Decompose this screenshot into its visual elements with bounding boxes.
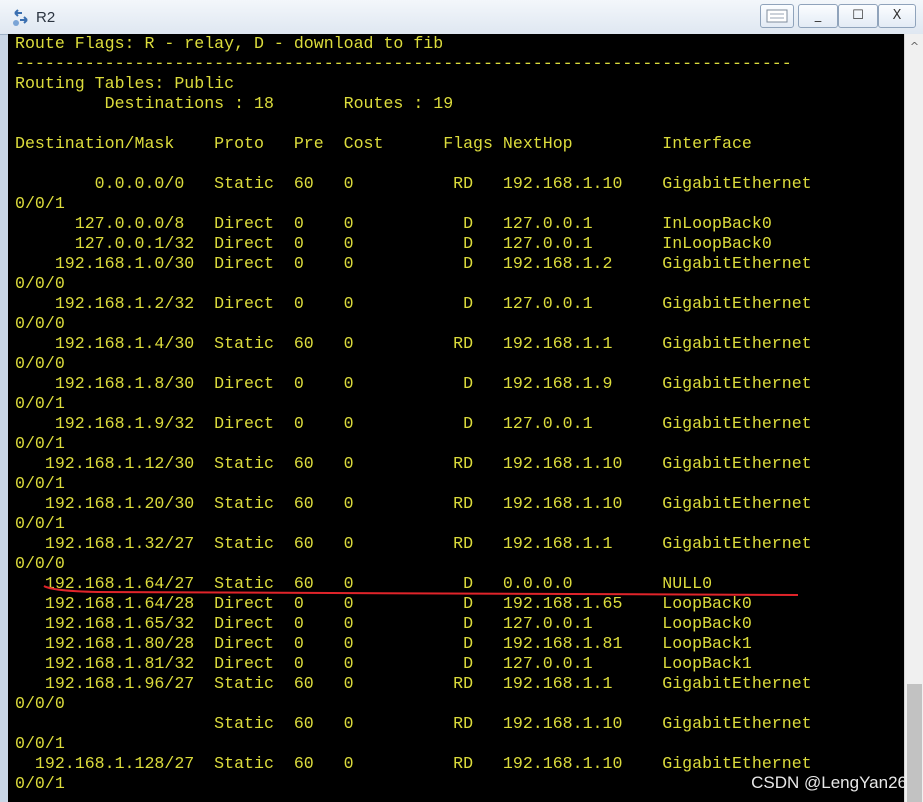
console-line: 0/0/0 (15, 694, 65, 713)
console-line: Route Flags: R - relay, D - download to … (15, 34, 444, 53)
scroll-thumb[interactable] (907, 684, 922, 802)
console-line: 192.168.1.32/27 Static 60 0 RD 192.168.1… (15, 534, 812, 553)
console-line: 0/0/0 (15, 314, 65, 333)
console-line: 192.168.1.80/28 Direct 0 0 D 192.168.1.8… (15, 634, 752, 653)
console-line: 0/0/0 (15, 554, 65, 573)
console-line: 192.168.1.128/27 Static 60 0 RD 192.168.… (15, 754, 812, 773)
terminal-output[interactable]: Route Flags: R - relay, D - download to … (8, 34, 904, 802)
console-line: 127.0.0.0/8 Direct 0 0 D 127.0.0.1 InLoo… (15, 214, 772, 233)
console-line: Routing Tables: Public (15, 74, 235, 93)
console-line: 192.168.1.2/32 Direct 0 0 D 127.0.0.1 Gi… (15, 294, 812, 313)
router-icon (13, 9, 28, 26)
console-line: 192.168.1.9/32 Direct 0 0 D 127.0.0.1 Gi… (15, 414, 812, 433)
console-line: 192.168.1.20/30 Static 60 0 RD 192.168.1… (15, 494, 812, 513)
console-line: 192.168.1.64/28 Direct 0 0 D 192.168.1.6… (15, 594, 752, 613)
console-line: 192.168.1.0/30 Direct 0 0 D 192.168.1.2 … (15, 254, 812, 273)
console-line: ----------------------------------------… (15, 54, 792, 73)
console-line: 0/0/1 (15, 774, 65, 793)
terminal-window: R2 _ ☐ X Route Flags: R - relay, D - dow… (0, 0, 923, 802)
console-line: 192.168.1.8/30 Direct 0 0 D 192.168.1.9 … (15, 374, 812, 393)
console-line: 192.168.1.4/30 Static 60 0 RD 192.168.1.… (15, 334, 812, 353)
console-line: 0.0.0.0/0 Static 60 0 RD 192.168.1.10 Gi… (15, 174, 812, 193)
console-line: 0/0/1 (15, 194, 65, 213)
console-line: 192.168.1.65/32 Direct 0 0 D 127.0.0.1 L… (15, 614, 752, 633)
console-line: Destination/Mask Proto Pre Cost Flags Ne… (15, 134, 752, 153)
console-line: 0/0/1 (15, 514, 65, 533)
window-title: R2 (36, 9, 56, 26)
console-line: 192.168.1.96/27 Static 60 0 RD 192.168.1… (15, 674, 812, 693)
console-line: 0/0/1 (15, 394, 65, 413)
console-line: 0/0/1 (15, 434, 65, 453)
console-text: Route Flags: R - relay, D - download to … (15, 34, 812, 794)
console-line: 127.0.0.1/32 Direct 0 0 D 127.0.0.1 InLo… (15, 234, 772, 253)
scroll-up-arrow-icon[interactable]: ^ (905, 36, 923, 58)
vertical-scrollbar[interactable]: ^ (904, 34, 923, 802)
console-line: 192.168.1.81/32 Direct 0 0 D 127.0.0.1 L… (15, 654, 752, 673)
console-line: 192.168.1.64/27 Static 60 0 D 0.0.0.0 NU… (15, 574, 713, 593)
minimize-button[interactable]: _ (798, 4, 838, 28)
console-line: 0/0/1 (15, 734, 65, 753)
maximize-button[interactable]: ☐ (838, 4, 878, 28)
console-line: 0/0/0 (15, 354, 65, 373)
watermark: CSDN @LengYan26 (751, 773, 907, 792)
console-line: Static 60 0 RD 192.168.1.10 GigabitEther… (15, 714, 812, 733)
console-line: 0/0/0 (15, 274, 65, 293)
keyboard-icon (766, 9, 788, 23)
close-button[interactable]: X (878, 4, 916, 28)
console-line: 0/0/1 (15, 474, 65, 493)
console-line: 192.168.1.12/30 Static 60 0 RD 192.168.1… (15, 454, 812, 473)
keyboard-button[interactable] (760, 4, 794, 28)
title-bar[interactable]: R2 _ ☐ X (0, 0, 923, 35)
console-line: Destinations : 18 Routes : 19 (15, 94, 454, 113)
